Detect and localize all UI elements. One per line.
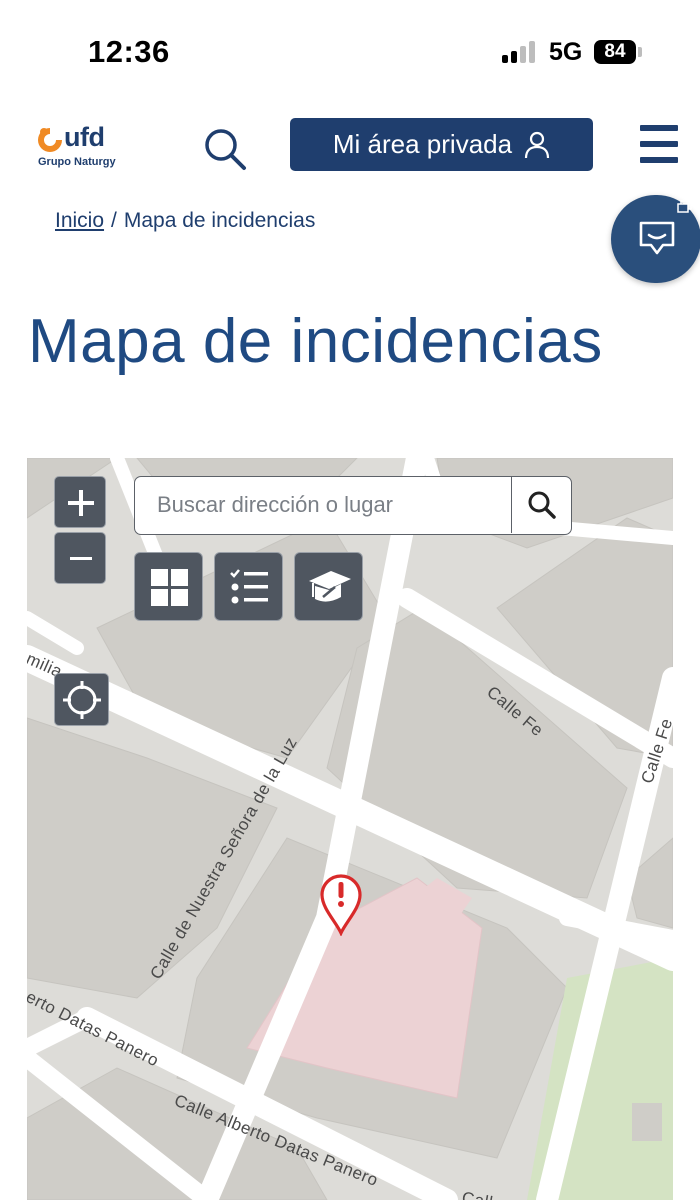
header-search-button[interactable] — [202, 126, 248, 172]
battery-level: 84 — [594, 40, 636, 64]
ufd-logo-mark-icon — [38, 128, 62, 152]
legend-list-icon — [230, 569, 268, 604]
logo-subtitle: Grupo Naturgy — [38, 156, 116, 168]
chat-bubble-icon — [639, 221, 675, 255]
battery-icon — [638, 47, 642, 57]
breadcrumb-separator: / — [111, 209, 117, 232]
page-title: Mapa de incidencias — [28, 307, 603, 376]
private-area-label: Mi área privada — [332, 129, 513, 159]
ufd-logo[interactable]: ufd Grupo Naturgy — [34, 122, 124, 172]
status-bar: 12:36 5G 84 — [0, 0, 700, 100]
logo-text: ufd — [64, 122, 105, 152]
incident-alert-pin-icon — [320, 874, 362, 937]
basemap-button[interactable] — [134, 552, 203, 621]
education-layer-icon — [309, 571, 351, 602]
map-search-input[interactable] — [137, 479, 507, 531]
site-header: ufd Grupo Naturgy Mi área privada — [0, 100, 700, 190]
private-area-button[interactable]: Mi área privada — [290, 118, 593, 171]
zoom-out-button[interactable] — [54, 532, 106, 584]
incident-marker[interactable] — [319, 874, 363, 937]
cellular-signal-icon — [502, 41, 540, 63]
map-search-box — [134, 476, 572, 535]
breadcrumb-current: Mapa de incidencias — [123, 209, 316, 232]
user-icon — [524, 131, 550, 158]
popout-window-icon — [677, 200, 692, 213]
breadcrumb: Inicio / Mapa de incidencias — [55, 209, 315, 233]
breadcrumb-home-link[interactable]: Inicio — [55, 209, 104, 232]
zoom-in-button[interactable] — [54, 476, 106, 528]
hamburger-menu-icon[interactable] — [640, 125, 678, 165]
search-icon — [528, 491, 556, 519]
network-type: 5G — [549, 38, 583, 66]
search-icon — [205, 129, 246, 170]
basemap-grid-icon — [151, 569, 188, 606]
status-time: 12:36 — [88, 34, 170, 69]
locate-target-icon — [63, 681, 101, 719]
chat-button[interactable] — [611, 195, 700, 283]
locate-button[interactable] — [54, 673, 109, 726]
legend-button[interactable] — [214, 552, 283, 621]
incident-map[interactable]: milia Calle Fe Calle Fe Calle de Nuestra… — [27, 458, 673, 1200]
education-layer-button[interactable] — [294, 552, 363, 621]
map-search-button[interactable] — [511, 477, 571, 533]
